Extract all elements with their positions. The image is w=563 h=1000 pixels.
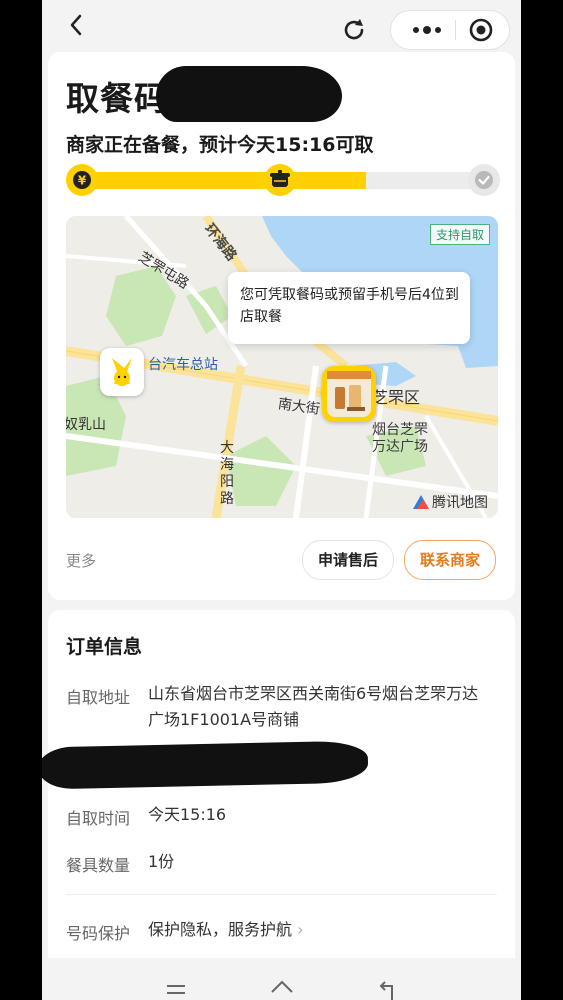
- order-info-card: 订单信息 自取地址 山东省烟台市芝罘区西关南街6号烟台芝罘万达广场1F1001A…: [42, 610, 515, 1000]
- close-mini-program-button[interactable]: [469, 18, 493, 42]
- utensils-value: 1份: [148, 852, 175, 871]
- map-label-mountain: 奴乳山: [66, 417, 106, 433]
- pickup-status: 商家正在备餐，预计今天15:16可取: [66, 134, 374, 156]
- target-icon: [469, 18, 493, 42]
- refresh-icon: [344, 19, 364, 40]
- back-arrow-icon: [379, 981, 393, 1000]
- redaction-mark: [42, 740, 369, 790]
- svg-text:¥: ¥: [78, 174, 87, 188]
- self-pickup-badge: 支持自取: [429, 224, 490, 245]
- step-done: [468, 164, 500, 196]
- after-sale-button[interactable]: 申请售后: [302, 540, 394, 580]
- menu-icon: [167, 985, 185, 994]
- more-button[interactable]: [409, 21, 445, 39]
- chevron-right-icon: ›: [297, 920, 304, 939]
- more-dots-icon: [413, 26, 441, 34]
- map-view[interactable]: 支持自取 环海路 芝罘屯路 台汽车总站 芝罘区 南大街 奴乳山 烟台芝罘万达广场…: [66, 216, 498, 518]
- cooking-icon: [270, 170, 290, 187]
- shop-thumbnail: [327, 371, 371, 417]
- tencent-map-icon: [413, 495, 429, 509]
- order-info-title: 订单信息: [66, 636, 143, 658]
- map-label-mall: 烟台芝罘万达广场: [372, 422, 428, 455]
- contact-merchant-button[interactable]: 联系商家: [404, 540, 496, 580]
- check-icon: [475, 171, 493, 189]
- number-protection-link[interactable]: 保护隐私，服务护航 ›: [148, 917, 304, 943]
- mini-program-capsule: [390, 10, 510, 50]
- pickup-tip-bubble: 您可凭取餐码或预留手机号后4位到店取餐: [228, 272, 470, 344]
- menu-button[interactable]: [164, 976, 188, 1000]
- step-paid: ¥: [66, 164, 98, 196]
- home-icon: [271, 980, 293, 993]
- pickup-time-value: 今天15:16: [148, 805, 227, 824]
- map-provider-name: 腾讯地图: [432, 495, 488, 511]
- mascot-icon: [112, 358, 132, 386]
- yen-coin-icon: ¥: [73, 171, 91, 189]
- map-provider-logo: 腾讯地图: [413, 492, 488, 512]
- top-bar: [42, 0, 521, 60]
- map-label-district: 芝罘区: [372, 388, 421, 407]
- progress-fill: [78, 172, 366, 189]
- app-screen: 取餐码 商家正在备餐，预计今天15:16可取 ¥ 支持自取 环海路 芝罘屯路 台…: [42, 0, 521, 1000]
- pickup-time-label: 自取时间: [66, 809, 131, 828]
- pickup-card: 取餐码 商家正在备餐，预计今天15:16可取 ¥ 支持自取 环海路 芝罘屯路 台…: [48, 52, 515, 600]
- capsule-divider: [455, 20, 456, 40]
- shop-location-marker[interactable]: [322, 366, 376, 422]
- system-back-button[interactable]: [376, 976, 400, 1000]
- map-label-station: 台汽车总站: [148, 357, 218, 373]
- system-nav-bar: [42, 958, 521, 1000]
- number-protection-value: 保护隐私，服务护航: [148, 920, 293, 939]
- drink-icon: [327, 371, 371, 411]
- utensils-label: 餐具数量: [66, 856, 131, 875]
- refresh-button[interactable]: [340, 16, 368, 44]
- address-value: 山东省烟台市芝罘区西关南街6号烟台芝罘万达广场1F1001A号商铺: [148, 684, 479, 729]
- user-location-marker[interactable]: [100, 348, 144, 396]
- pickup-tip-text: 您可凭取餐码或预留手机号后4位到店取餐: [240, 287, 459, 325]
- address-label: 自取地址: [66, 688, 131, 707]
- step-cooking: [264, 164, 296, 196]
- page-title: 取餐码: [66, 79, 168, 118]
- back-button[interactable]: [64, 10, 88, 40]
- chevron-left-icon: [70, 14, 82, 36]
- map-label-road: 大海阳路: [220, 440, 234, 507]
- divider: [66, 894, 497, 895]
- number-protection-label: 号码保护: [66, 924, 131, 943]
- redaction-mark: [156, 66, 342, 122]
- home-button[interactable]: [270, 976, 294, 1000]
- more-link[interactable]: 更多: [66, 550, 96, 571]
